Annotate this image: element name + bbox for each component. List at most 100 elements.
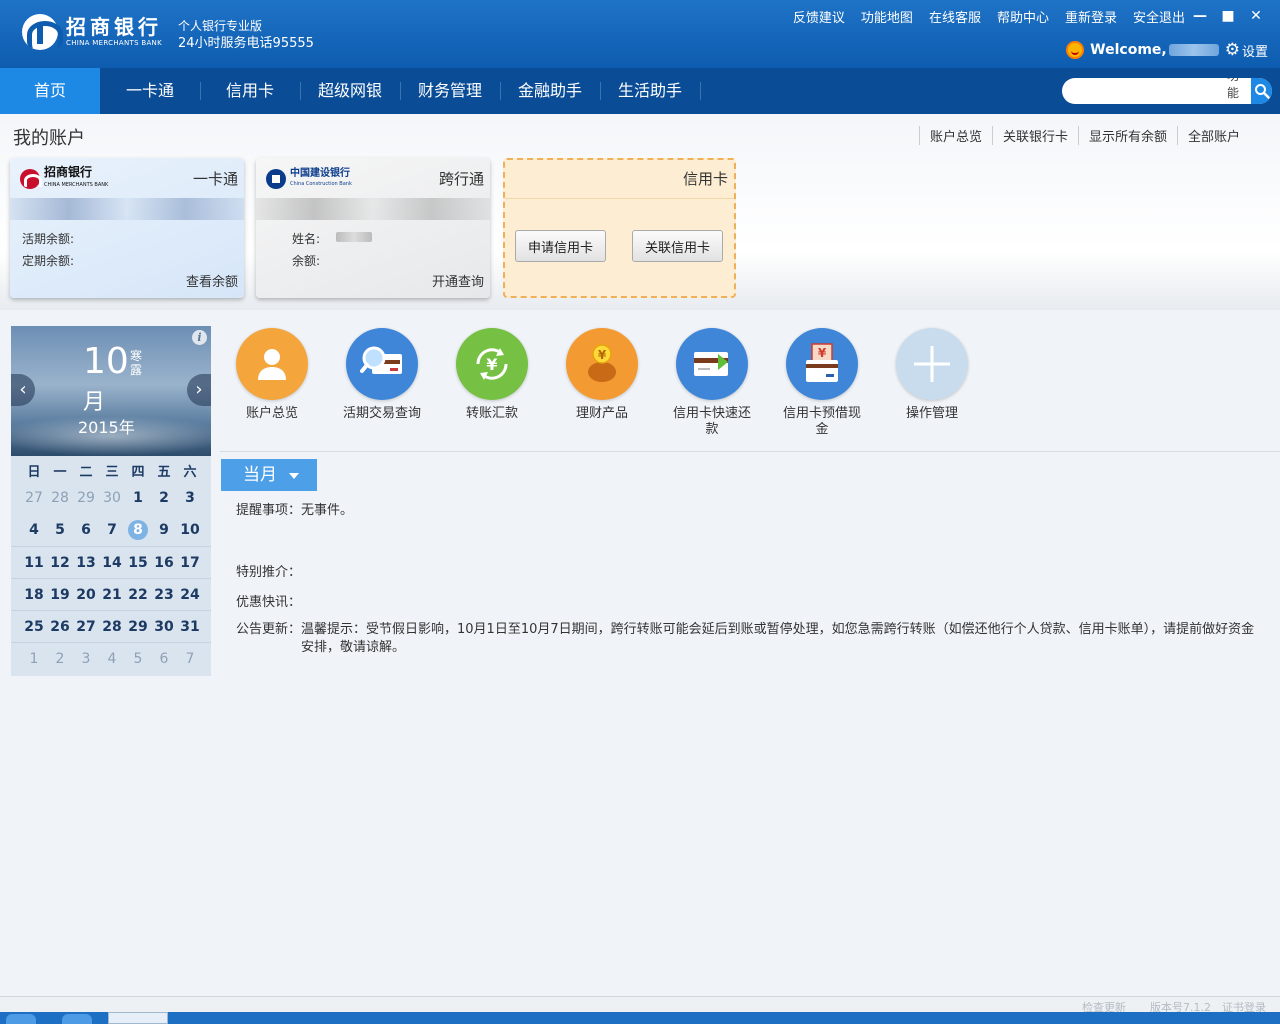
- feedback-link[interactable]: 反馈建议: [793, 7, 845, 26]
- search-input[interactable]: [1062, 79, 1227, 103]
- calendar-date[interactable]: 31: [177, 619, 203, 635]
- account-overview-link[interactable]: 账户总览: [918, 126, 992, 145]
- calendar-date[interactable]: 29: [125, 619, 151, 635]
- function-map-link[interactable]: 功能地图: [861, 7, 913, 26]
- calendar-date[interactable]: 6: [151, 651, 177, 667]
- calendar-date[interactable]: 28: [47, 490, 73, 506]
- cmb-card-logo: 招商银行 CHINA MERCHANTS BANK: [20, 166, 108, 192]
- maximize-icon[interactable]: ■: [1214, 8, 1242, 24]
- calendar-date[interactable]: 5: [125, 651, 151, 667]
- calendar-date[interactable]: 29: [73, 490, 99, 506]
- func-credit-card-quick-repay[interactable]: 信用卡快速还款: [660, 328, 764, 438]
- nav-home[interactable]: 首页: [0, 68, 100, 114]
- card-repay-icon: [676, 328, 748, 400]
- calendar-date[interactable]: 4: [99, 651, 125, 667]
- link-credit-card-button[interactable]: 关联信用卡: [632, 230, 724, 262]
- func-operation-management[interactable]: 操作管理: [880, 328, 984, 422]
- calendar-week: 18 19 20 21 22 23 24: [11, 578, 211, 610]
- nav-super-ebank[interactable]: 超级网银: [300, 68, 400, 114]
- calendar-date[interactable]: 23: [151, 587, 177, 603]
- calendar-date[interactable]: 11: [21, 555, 47, 571]
- calendar-date[interactable]: 5: [47, 522, 73, 538]
- calendar-date[interactable]: 7: [177, 651, 203, 667]
- account-card-interbank[interactable]: 中国建设银行 China Construction Bank 跨行通 姓名: 余额…: [256, 158, 490, 298]
- calendar-date[interactable]: 10: [177, 522, 203, 538]
- help-center-link[interactable]: 帮助中心: [997, 7, 1049, 26]
- calendar-date[interactable]: 3: [177, 490, 203, 506]
- view-balance-link[interactable]: 查看余额: [186, 271, 238, 290]
- calendar-date[interactable]: 19: [47, 587, 73, 603]
- logout-link[interactable]: 安全退出: [1133, 7, 1185, 26]
- prev-month-button[interactable]: ‹: [11, 374, 35, 406]
- func-transfer[interactable]: ¥ 转账汇款: [440, 328, 544, 422]
- search-scope-dropdown[interactable]: 功能 ▾: [1227, 78, 1245, 104]
- recommend-label: 特别推介：: [236, 565, 302, 580]
- online-service-link[interactable]: 在线客服: [929, 7, 981, 26]
- func-credit-card-cash-advance[interactable]: ¥ 信用卡预借现金: [770, 328, 874, 438]
- taskbar-bank-app-icon[interactable]: [108, 1012, 168, 1024]
- calendar-date[interactable]: 7: [99, 522, 125, 538]
- account-card-yikatong[interactable]: 招商银行 CHINA MERCHANTS BANK 一卡通 活期余额: 定期余额:…: [10, 158, 244, 298]
- announcement-text[interactable]: 温馨提示：受节假日影响，10月1日至10月7日期间，跨行转账可能会延后到账或暂停…: [301, 621, 1256, 657]
- all-accounts-link[interactable]: 全部账户: [1176, 126, 1250, 145]
- calendar-date[interactable]: 27: [21, 490, 47, 506]
- yen-transfer-icon: ¥: [456, 328, 528, 400]
- calendar-date[interactable]: 2: [47, 651, 73, 667]
- calendar-date-today[interactable]: 8: [125, 520, 151, 540]
- calendar-date[interactable]: 6: [73, 522, 99, 538]
- calendar-date[interactable]: 22: [125, 587, 151, 603]
- card-type: 信用卡: [682, 170, 728, 188]
- relogin-link[interactable]: 重新登录: [1065, 7, 1117, 26]
- calendar-date[interactable]: 25: [21, 619, 47, 635]
- taskbar-start-icon[interactable]: [6, 1014, 36, 1024]
- nav-finance-mgmt[interactable]: 财务管理: [400, 68, 500, 114]
- close-icon[interactable]: ✕: [1242, 8, 1270, 24]
- calendar-date[interactable]: 13: [73, 555, 99, 571]
- calendar-date[interactable]: 9: [151, 522, 177, 538]
- info-icon[interactable]: i: [192, 330, 207, 345]
- calendar-date[interactable]: 16: [151, 555, 177, 571]
- func-wealth-products[interactable]: ¥ 理财产品: [550, 328, 654, 422]
- func-account-overview[interactable]: 账户总览: [220, 328, 324, 422]
- calendar-date[interactable]: 15: [125, 555, 151, 571]
- next-month-button[interactable]: ›: [187, 374, 211, 406]
- calendar-date[interactable]: 24: [177, 587, 203, 603]
- calendar-date[interactable]: 2: [151, 490, 177, 506]
- calendar-date[interactable]: 4: [21, 522, 47, 538]
- nav-divider: [700, 82, 701, 100]
- card-bank-name-en: CHINA MERCHANTS BANK: [44, 182, 109, 188]
- weekday-label: 五: [157, 464, 171, 480]
- calendar-date[interactable]: 1: [125, 490, 151, 506]
- nav-yikatong[interactable]: 一卡通: [100, 68, 200, 114]
- calendar-date[interactable]: 21: [99, 587, 125, 603]
- calendar-date[interactable]: 30: [151, 619, 177, 635]
- calendar-date[interactable]: 20: [73, 587, 99, 603]
- enable-query-link[interactable]: 开通查询: [432, 271, 484, 290]
- calendar-date[interactable]: 17: [177, 555, 203, 571]
- nav-finance-assistant[interactable]: 金融助手: [500, 68, 600, 114]
- calendar-date[interactable]: 14: [99, 555, 125, 571]
- calendar-date[interactable]: 27: [73, 619, 99, 635]
- calendar-date[interactable]: 1: [21, 651, 47, 667]
- nav-credit-card[interactable]: 信用卡: [200, 68, 300, 114]
- search-button[interactable]: [1251, 78, 1272, 104]
- calendar-date[interactable]: 12: [47, 555, 73, 571]
- month-filter-dropdown[interactable]: 当月: [221, 459, 317, 491]
- calendar-date[interactable]: 3: [73, 651, 99, 667]
- link-bank-card-link[interactable]: 关联银行卡: [991, 126, 1078, 145]
- calendar-date[interactable]: 26: [47, 619, 73, 635]
- func-label: 操作管理: [905, 406, 958, 421]
- calendar-date[interactable]: 30: [99, 490, 125, 506]
- nav-life-assistant[interactable]: 生活助手: [600, 68, 700, 114]
- calendar-date[interactable]: 18: [21, 587, 47, 603]
- weekday-label: 日: [27, 464, 41, 480]
- taskbar-browser-icon[interactable]: [62, 1014, 92, 1024]
- settings-label: 设置: [1241, 44, 1268, 60]
- calendar-date[interactable]: 28: [99, 619, 125, 635]
- show-all-balances-link[interactable]: 显示所有余额: [1077, 126, 1177, 145]
- announcement: 公告更新： 温馨提示：受节假日影响，10月1日至10月7日期间，跨行转账可能会延…: [236, 621, 1256, 657]
- func-demand-transaction-query[interactable]: 活期交易查询: [330, 328, 434, 422]
- minimize-icon[interactable]: —: [1186, 8, 1214, 24]
- settings-button[interactable]: ⚙ 设置: [1225, 40, 1268, 60]
- apply-credit-card-button[interactable]: 申请信用卡: [515, 230, 607, 262]
